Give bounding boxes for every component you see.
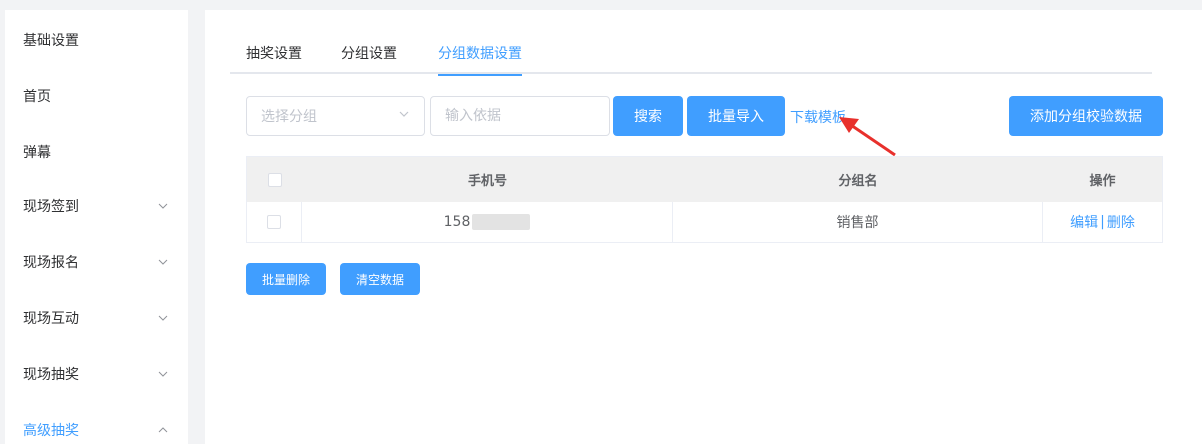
sidebar-item-label: 首页 [23, 89, 51, 105]
sidebar-item-registration[interactable]: 现场报名 [5, 234, 188, 290]
tab-label: 分组设置 [341, 46, 397, 62]
tab-lottery-settings[interactable]: 抽奖设置 [246, 43, 302, 74]
data-table: 手机号 分组名 操作 158 销售部 编辑 | 删除 [246, 156, 1163, 243]
row-checkbox-cell [247, 202, 302, 242]
tab-bar: 抽奖设置 分组设置 分组数据设置 [230, 43, 1152, 76]
search-button[interactable]: 搜索 [613, 96, 683, 136]
separator: | [1100, 214, 1105, 230]
table-row: 158 销售部 编辑 | 删除 [247, 202, 1162, 242]
redacted-mask [472, 214, 531, 230]
delete-link[interactable]: 删除 [1107, 212, 1135, 232]
batch-import-button[interactable]: 批量导入 [687, 96, 785, 136]
sidebar-item-interaction[interactable]: 现场互动 [5, 290, 188, 346]
sidebar-item-home[interactable]: 首页 [5, 68, 188, 124]
batch-delete-button[interactable]: 批量删除 [246, 263, 326, 295]
tab-label: 抽奖设置 [246, 46, 302, 62]
basis-input[interactable] [430, 96, 610, 136]
chevron-up-icon [158, 425, 168, 435]
sidebar-item-label: 现场报名 [23, 255, 79, 271]
sidebar-item-basic-settings[interactable]: 基础设置 [5, 12, 188, 68]
row-checkbox[interactable] [267, 215, 281, 229]
header-actions: 操作 [1089, 174, 1116, 189]
sidebar: 基础设置 首页 弹幕 现场签到 现场报名 现场互动 现场抽奖 高级抽奖 [5, 10, 188, 444]
chevron-down-icon [158, 201, 168, 211]
main-panel: 抽奖设置 分组设置 分组数据设置 选择分组 搜索 批量导入 下载模板 添加分组校… [205, 10, 1202, 444]
add-group-data-button[interactable]: 添加分组校验数据 [1009, 96, 1163, 136]
sidebar-item-advanced-lottery[interactable]: 高级抽奖 [5, 402, 188, 444]
edit-link[interactable]: 编辑 [1070, 212, 1098, 232]
header-checkbox-cell [247, 157, 302, 202]
chevron-down-icon [158, 369, 168, 379]
phone-value: 158 [443, 214, 471, 230]
sidebar-item-label: 弹幕 [23, 145, 51, 161]
sidebar-item-label: 现场签到 [23, 199, 79, 215]
sidebar-item-lottery[interactable]: 现场抽奖 [5, 346, 188, 402]
chevron-down-icon [398, 108, 410, 124]
sidebar-item-label: 现场抽奖 [23, 367, 79, 383]
clear-data-button[interactable]: 清空数据 [340, 263, 420, 295]
group-cell: 销售部 [673, 202, 1043, 242]
group-select[interactable]: 选择分组 [246, 96, 425, 136]
chevron-down-icon [158, 257, 168, 267]
chevron-down-icon [158, 313, 168, 323]
sidebar-item-danmaku[interactable]: 弹幕 [5, 124, 188, 180]
phone-cell: 158 [302, 202, 673, 242]
tab-label: 分组数据设置 [438, 46, 522, 62]
table-header: 手机号 分组名 操作 [247, 157, 1162, 202]
sidebar-item-label: 现场互动 [23, 311, 79, 327]
sidebar-item-label: 高级抽奖 [23, 423, 79, 439]
tab-group-data-settings[interactable]: 分组数据设置 [438, 43, 522, 76]
header-group: 分组名 [838, 174, 878, 189]
tab-group-settings[interactable]: 分组设置 [341, 43, 397, 74]
group-select-placeholder: 选择分组 [261, 109, 317, 125]
red-arrow-annotation [839, 117, 896, 157]
actions-cell: 编辑 | 删除 [1043, 202, 1162, 242]
header-phone: 手机号 [467, 174, 507, 189]
sidebar-item-label: 基础设置 [23, 33, 79, 49]
sidebar-item-checkin[interactable]: 现场签到 [5, 178, 188, 234]
select-all-checkbox[interactable] [267, 172, 282, 187]
